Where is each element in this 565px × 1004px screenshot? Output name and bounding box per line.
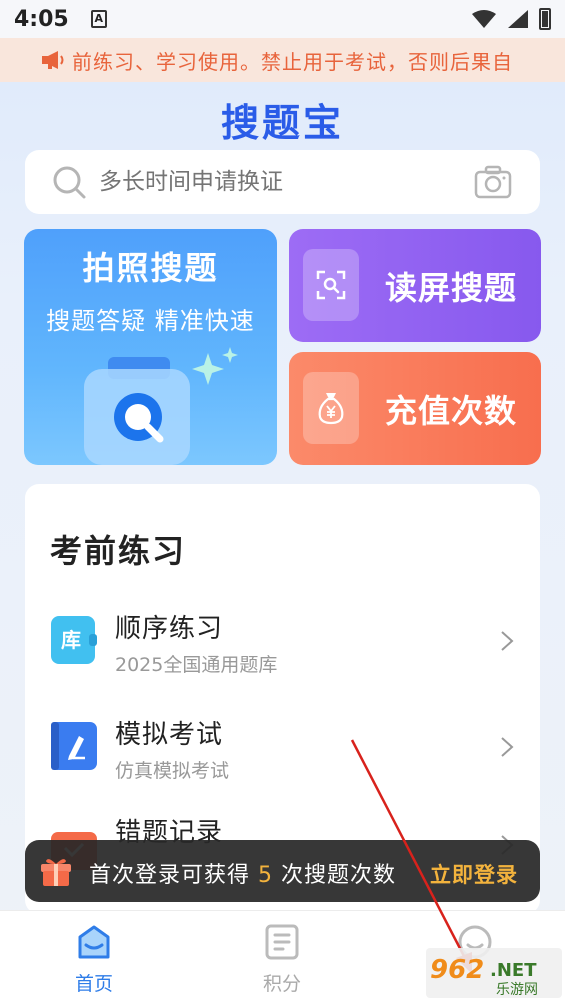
practice-item-subtitle: 仿真模拟考试 [115,760,230,782]
camera-illustration-icon [84,347,238,465]
screen-search-card[interactable]: 读屏搜题 [289,229,541,342]
notice-text: 前练习、学习使用。禁止用于考试，否则后果自 [72,49,513,74]
site-watermark-logo: 962 .NET 乐游网 [426,948,562,998]
question-bank-icon-text: 库 [61,628,81,652]
nav-home-label: 首页 [74,973,113,995]
recharge-card[interactable]: 充值次数 [289,352,541,465]
battery-icon [539,8,551,30]
login-now-button[interactable]: 立即登录 [430,859,518,889]
app-title: 搜题宝 [220,101,344,145]
watermark-sub: 乐游网 [496,982,538,998]
practice-item-name: 模拟考试 [115,720,224,750]
chevron-right-icon [501,737,514,757]
points-icon [265,924,299,960]
app-notification-icon: A [90,10,107,28]
money-bag-icon [303,372,359,444]
practice-item-sequential[interactable]: 库 顺序练习 2025全国通用题库 [25,602,540,682]
toast-text-after: 次搜题次数 [273,863,396,888]
chevron-right-icon [501,631,514,651]
recharge-label: 充值次数 [385,392,518,430]
search-icon [53,166,86,199]
search-input[interactable] [99,169,474,195]
toast-text-before: 首次登录可获得 [89,863,258,888]
exam-book-icon [51,722,97,770]
practice-item-mock-exam[interactable]: 模拟考试 仿真模拟考试 [25,708,540,788]
screen-scan-icon [303,249,359,321]
wifi-icon [472,10,496,28]
photo-search-title: 拍照搜题 [82,249,219,287]
practice-item-name: 顺序练习 [115,614,224,644]
toast-message: 首次登录可获得 5 次搜题次数 [89,857,396,889]
gift-icon [41,859,71,886]
photo-search-subtitle: 搜题答疑 精准快速 [46,307,255,335]
photo-search-card[interactable]: 拍照搜题 搜题答疑 精准快速 [24,229,277,465]
login-toast: 首次登录可获得 5 次搜题次数 立即登录 [25,840,540,902]
megaphone-icon [42,51,64,69]
notice-banner: 前练习、学习使用。禁止用于考试，否则后果自 [0,38,565,82]
camera-icon[interactable] [474,165,512,199]
nav-home[interactable]: 首页 [34,911,154,1004]
nav-points[interactable]: 积分 [222,911,342,1004]
home-icon [78,925,110,959]
status-bar: 4:05 A [0,0,565,38]
practice-item-subtitle: 2025全国通用题库 [115,654,278,676]
nav-points-label: 积分 [262,973,301,995]
status-icons [471,8,551,30]
practice-title: 考前练习 [50,532,187,570]
signal-icon [508,10,528,28]
question-bank-icon: 库 [51,616,97,664]
search-bar[interactable] [25,150,540,214]
toast-count: 5 [258,863,273,888]
watermark-suffix: .NET [490,960,537,981]
screen-search-label: 读屏搜题 [385,269,518,307]
watermark-brand: 962 [430,955,484,985]
status-time: 4:05 [14,6,69,32]
